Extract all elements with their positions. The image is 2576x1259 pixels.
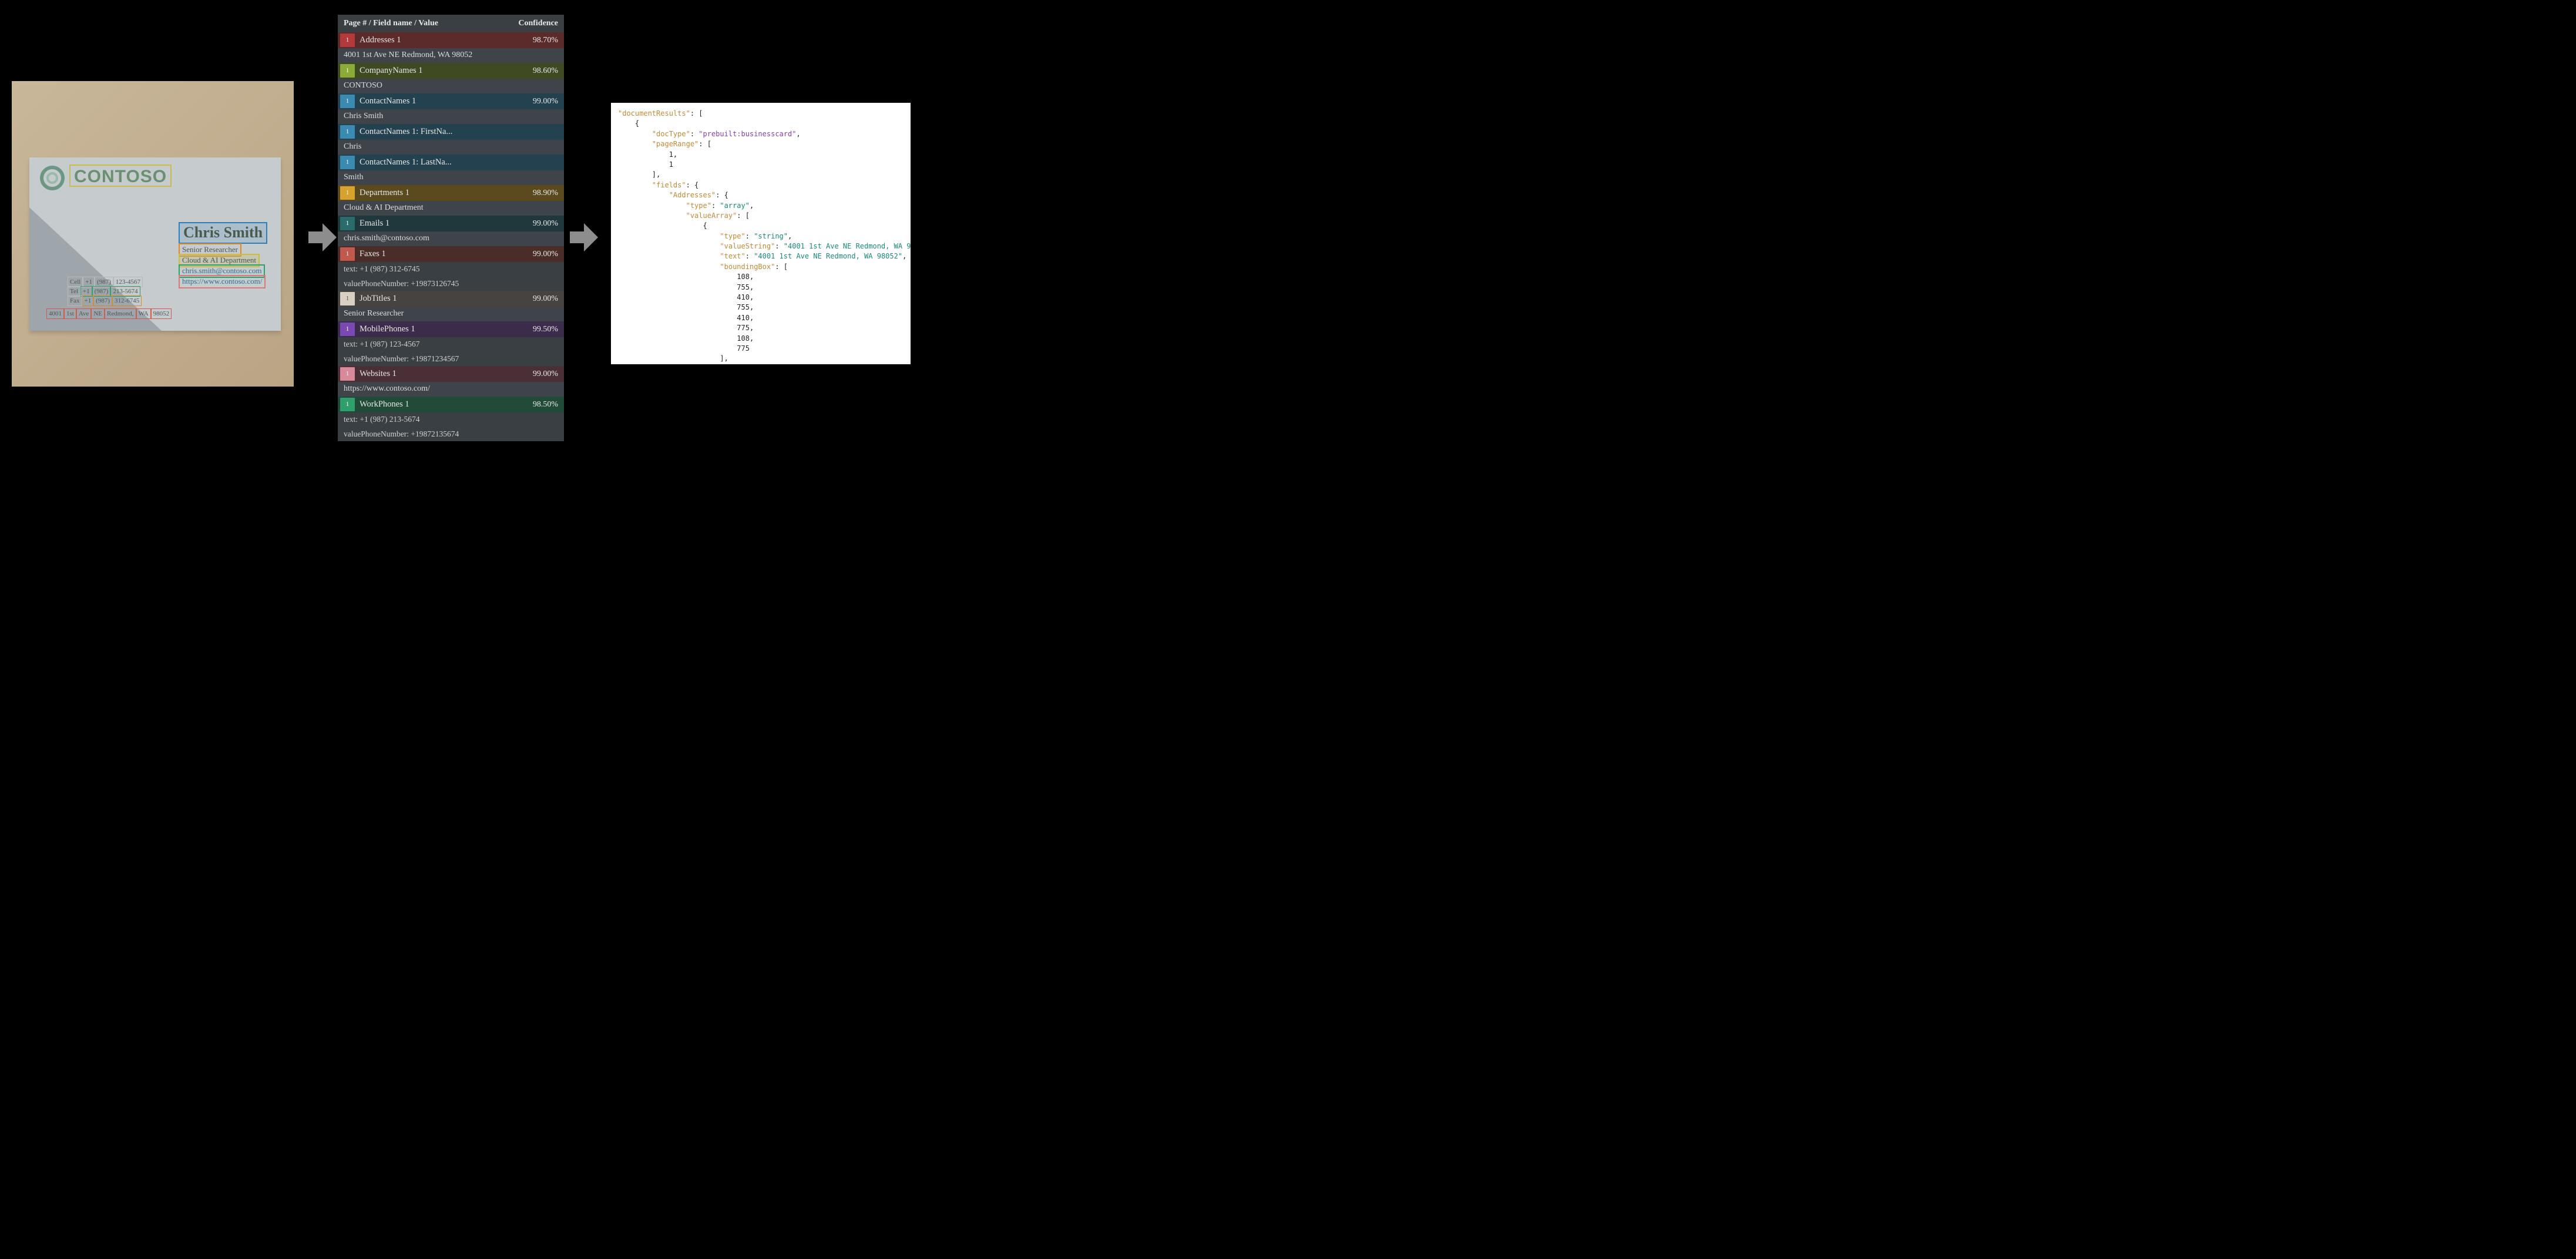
header-right: Confidence <box>518 19 558 28</box>
phone-token: (987) <box>93 287 110 296</box>
phone-token: Cell <box>68 277 82 287</box>
confidence-value: 99.00% <box>533 220 564 228</box>
field-value: https://www.contoso.com/ <box>338 382 564 397</box>
field-row[interactable]: 1 MobilePhones 199.50% <box>338 321 564 337</box>
company-name: CONTOSO <box>70 166 170 186</box>
page-chip: 1 <box>340 217 355 230</box>
page-chip: 1 <box>340 33 355 47</box>
confidence-value: 99.50% <box>533 325 564 334</box>
confidence-value: 98.70% <box>533 36 564 45</box>
field-row[interactable]: 1 Websites 199.00% <box>338 366 564 382</box>
field-value: text: +1 (987) 312-6745 <box>338 262 564 277</box>
field-name: Addresses 1 <box>360 36 533 45</box>
field-value: valuePhoneNumber: +19871234567 <box>338 352 564 367</box>
phone-token: 312-6745 <box>113 296 141 305</box>
confidence-value: 98.60% <box>533 67 564 75</box>
page-chip: 1 <box>340 156 355 169</box>
business-card-photo: CONTOSO Chris Smith Senior Researcher Cl… <box>12 81 294 387</box>
confidence-value: 99.00% <box>533 250 564 258</box>
field-row[interactable]: 1 ContactNames 199.00% <box>338 93 564 109</box>
page-chip: 1 <box>340 247 355 261</box>
phone-token: +1 <box>81 287 92 296</box>
page-chip: 1 <box>340 398 355 411</box>
field-value: valuePhoneNumber: +19873126745 <box>338 277 564 291</box>
field-value: chris.smith@contoso.com <box>338 231 564 246</box>
address-token: 1st <box>65 309 76 318</box>
confidence-value: 98.90% <box>533 189 564 197</box>
page-chip: 1 <box>340 95 355 108</box>
confidence-value: 99.00% <box>533 295 564 303</box>
field-value: 4001 1st Ave NE Redmond, WA 98052 <box>338 48 564 63</box>
field-value: text: +1 (987) 213-5674 <box>338 412 564 427</box>
phone-block: Cell+1(987)123-4567Tel+1(987)213-5674Fax… <box>68 277 143 305</box>
address-token: Redmond, <box>105 309 136 318</box>
phone-token: 123-4567 <box>114 277 142 287</box>
address-token: NE <box>92 309 104 318</box>
field-value: valuePhoneNumber: +19872135674 <box>338 427 564 442</box>
field-name: MobilePhones 1 <box>360 325 533 334</box>
field-row[interactable]: 1 WorkPhones 198.50% <box>338 397 564 412</box>
contact-name: Chris Smith <box>180 223 266 243</box>
field-name: Faxes 1 <box>360 250 533 258</box>
field-name: Emails 1 <box>360 219 533 228</box>
field-row[interactable]: 1 ContactNames 1: LastNa... <box>338 155 564 170</box>
field-name: CompanyNames 1 <box>360 66 533 75</box>
field-row[interactable]: 1 JobTitles 199.00% <box>338 291 564 307</box>
arrow-right-icon <box>570 222 598 253</box>
field-value: Chris <box>338 140 564 155</box>
page-chip: 1 <box>340 64 355 78</box>
page-chip: 1 <box>340 125 355 139</box>
field-name: JobTitles 1 <box>360 294 533 303</box>
phone-token: (987) <box>94 296 112 305</box>
field-name: ContactNames 1 <box>360 97 533 106</box>
field-value: Smith <box>338 170 564 185</box>
phone-token: +1 <box>83 296 93 305</box>
business-card: CONTOSO Chris Smith Senior Researcher Cl… <box>29 157 281 331</box>
address-block: 40011stAveNERedmond,WA98052 <box>47 309 172 318</box>
phone-token: (987) <box>95 277 113 287</box>
field-row[interactable]: 1 Faxes 199.00% <box>338 246 564 262</box>
field-value: Cloud & AI Department <box>338 201 564 216</box>
job-title: Senior Researcher <box>180 244 240 256</box>
header-left: Page # / Field name / Value <box>344 19 438 28</box>
confidence-value: 99.00% <box>533 370 564 378</box>
results-table: Page # / Field name / Value Confidence 1… <box>338 15 564 441</box>
field-value: Senior Researcher <box>338 307 564 321</box>
address-token: 98052 <box>152 309 172 318</box>
field-value: text: +1 (987) 123-4567 <box>338 337 564 352</box>
results-header: Page # / Field name / Value Confidence <box>338 15 564 32</box>
phone-token: Fax <box>68 296 82 305</box>
email: chris.smith@contoso.com <box>180 266 264 277</box>
field-value: Chris Smith <box>338 109 564 124</box>
field-name: WorkPhones 1 <box>360 400 533 409</box>
page-chip: 1 <box>340 323 355 336</box>
phone-token: 213-5674 <box>111 287 139 296</box>
field-name: Departments 1 <box>360 189 533 197</box>
confidence-value: 99.00% <box>533 98 564 106</box>
page-chip: 1 <box>340 186 355 200</box>
page-chip: 1 <box>340 367 355 381</box>
field-row[interactable]: 1 Departments 198.90% <box>338 185 564 201</box>
address-token: WA <box>137 309 150 318</box>
address-token: 4001 <box>47 309 63 318</box>
json-output: "documentResults": [ { "docType": "prebu… <box>611 103 911 364</box>
confidence-value: 98.50% <box>533 401 564 409</box>
field-row[interactable]: 1 CompanyNames 198.60% <box>338 63 564 79</box>
field-value: CONTOSO <box>338 79 564 93</box>
arrow-right-icon <box>308 222 337 253</box>
website: https://www.contoso.com/ <box>180 276 264 287</box>
field-row[interactable]: 1 Emails 199.00% <box>338 216 564 231</box>
page-chip: 1 <box>340 292 355 305</box>
field-name: ContactNames 1: FirstNa... <box>360 127 558 136</box>
field-name: Websites 1 <box>360 370 533 378</box>
logo-icon <box>40 166 65 190</box>
phone-token: +1 <box>83 277 94 287</box>
phone-token: Tel <box>68 287 80 296</box>
field-name: ContactNames 1: LastNa... <box>360 158 558 167</box>
address-token: Ave <box>77 309 91 318</box>
field-row[interactable]: 1 ContactNames 1: FirstNa... <box>338 124 564 140</box>
field-row[interactable]: 1 Addresses 198.70% <box>338 32 564 48</box>
department: Cloud & AI Department <box>180 255 258 266</box>
